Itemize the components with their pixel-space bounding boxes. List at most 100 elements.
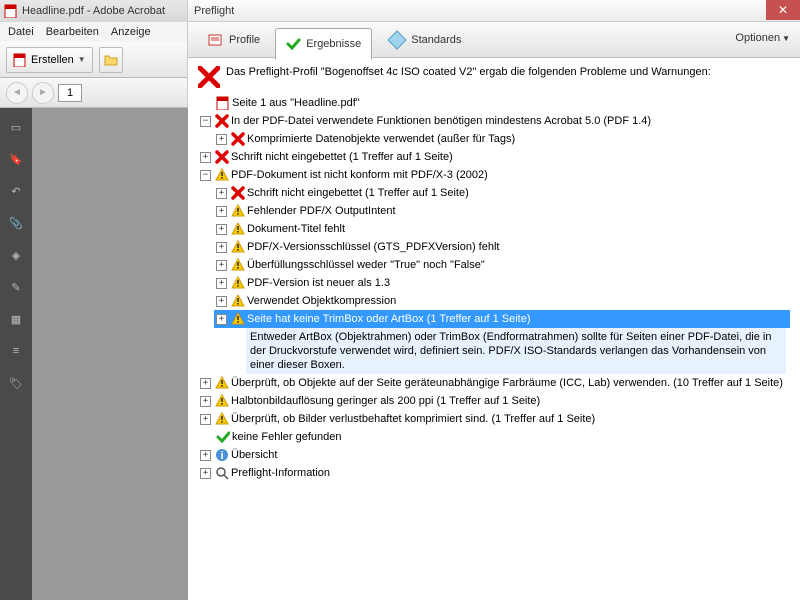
tree-version-key[interactable]: + PDF/X-Versionsschlüssel (GTS_PDFXVersi… bbox=[214, 238, 790, 256]
tree-missing-oi[interactable]: + Fehlender PDF/X OutputIntent bbox=[214, 202, 790, 220]
nav-next-button[interactable]: ► bbox=[32, 82, 54, 104]
acrobat-side-panel: ▭ 🔖 ↶ 📎 ◈ ✎ ▦ ≡ 🏷 bbox=[0, 108, 32, 600]
tree-lossy[interactable]: + Überprüft, ob Bilder verlustbehaftet k… bbox=[198, 410, 790, 428]
tree-compressed[interactable]: + Komprimierte Datenobjekte verwendet (a… bbox=[214, 130, 790, 148]
nav-prev-button[interactable]: ◄ bbox=[6, 82, 28, 104]
tree-acrobat5[interactable]: − In der PDF-Datei verwendete Funktionen… bbox=[198, 112, 790, 130]
chevron-down-icon: ▼ bbox=[782, 34, 790, 43]
tree-title-missing[interactable]: + Dokument-Titel fehlt bbox=[214, 220, 790, 238]
check-icon bbox=[216, 430, 230, 444]
tree-icc[interactable]: + Überprüft, ob Objekte auf der Seite ge… bbox=[198, 374, 790, 392]
expand-icon[interactable]: + bbox=[216, 224, 227, 235]
menu-file[interactable]: Datei bbox=[8, 26, 34, 38]
acrobat-titlebar: Headline.pdf - Adobe Acrobat bbox=[0, 0, 187, 22]
acrobat-menubar[interactable]: Datei Bearbeiten Anzeige bbox=[0, 22, 187, 42]
warn-icon bbox=[231, 276, 245, 290]
warn-icon bbox=[231, 222, 245, 236]
acrobat-main-window: Headline.pdf - Adobe Acrobat Datei Bearb… bbox=[0, 0, 188, 600]
tree-trimbox-detail: Entweder ArtBox (Objektrahmen) oder Trim… bbox=[246, 328, 786, 374]
undo-icon[interactable]: ↶ bbox=[7, 182, 25, 200]
chevron-down-icon: ▼ bbox=[78, 55, 86, 64]
warn-icon bbox=[215, 168, 229, 182]
acrobat-navbar: ◄ ► 1 bbox=[0, 78, 187, 108]
info-icon bbox=[215, 448, 229, 462]
expand-icon[interactable]: + bbox=[200, 468, 211, 479]
warn-icon bbox=[231, 312, 245, 326]
x-icon bbox=[198, 66, 220, 88]
x-icon bbox=[215, 114, 229, 128]
expand-icon[interactable]: + bbox=[200, 450, 211, 461]
preflight-panel: Preflight ✕ Profile Ergebnisse Standards… bbox=[188, 0, 800, 600]
tree-halftone[interactable]: + Halbtonbildauflösung geringer als 200 … bbox=[198, 392, 790, 410]
acrobat-title-text: Headline.pdf - Adobe Acrobat bbox=[22, 5, 165, 17]
tree-trimbox[interactable]: + Seite hat keine TrimBox oder ArtBox (1… bbox=[214, 310, 790, 328]
expand-icon[interactable]: + bbox=[216, 242, 227, 253]
expand-icon[interactable]: + bbox=[216, 278, 227, 289]
model-tree-icon[interactable]: ▦ bbox=[7, 310, 25, 328]
results-tree[interactable]: Seite 1 aus "Headline.pdf" − In der PDF-… bbox=[198, 94, 790, 482]
close-button[interactable]: ✕ bbox=[766, 0, 800, 20]
summary-text: Das Preflight-Profil "Bogenoffset 4c ISO… bbox=[226, 66, 711, 78]
signatures-panel-icon[interactable]: ✎ bbox=[7, 278, 25, 296]
expand-icon[interactable]: + bbox=[216, 260, 227, 271]
x-icon bbox=[231, 186, 245, 200]
tree-pdfver[interactable]: + PDF-Version ist neuer als 1.3 bbox=[214, 274, 790, 292]
attachments-panel-icon[interactable]: 📎 bbox=[7, 214, 25, 232]
tree-not-conform[interactable]: − PDF-Dokument ist nicht konform mit PDF… bbox=[198, 166, 790, 184]
document-view[interactable] bbox=[32, 108, 188, 600]
magnifier-icon bbox=[215, 466, 229, 480]
expand-icon[interactable]: + bbox=[200, 152, 211, 163]
expand-icon[interactable]: + bbox=[216, 314, 227, 325]
pdf-page-icon bbox=[216, 96, 230, 110]
warn-icon bbox=[231, 294, 245, 308]
menu-view[interactable]: Anzeige bbox=[111, 26, 151, 38]
collapse-icon[interactable]: − bbox=[200, 170, 211, 181]
menu-edit[interactable]: Bearbeiten bbox=[46, 26, 99, 38]
diamond-icon bbox=[387, 30, 407, 50]
pages-panel-icon[interactable]: ▭ bbox=[7, 118, 25, 136]
tree-font-not-embedded2[interactable]: + Schrift nicht eingebettet (1 Treffer a… bbox=[214, 184, 790, 202]
collapse-icon[interactable]: − bbox=[200, 116, 211, 127]
acrobat-toolbar: Erstellen ▼ bbox=[0, 42, 187, 78]
warn-icon bbox=[215, 394, 229, 408]
warn-icon bbox=[215, 412, 229, 426]
options-menu[interactable]: Optionen ▼ bbox=[735, 32, 790, 44]
preflight-tabs: Profile Ergebnisse Standards Optionen ▼ bbox=[188, 22, 800, 58]
tree-font-not-embedded[interactable]: + Schrift nicht eingebettet (1 Treffer a… bbox=[198, 148, 790, 166]
tree-pf-info[interactable]: + Preflight-Information bbox=[198, 464, 790, 482]
preflight-titlebar: Preflight ✕ bbox=[188, 0, 800, 22]
standards-panel-icon[interactable]: ≡ bbox=[7, 342, 25, 360]
profile-icon bbox=[207, 32, 225, 48]
check-x-icon bbox=[286, 37, 302, 51]
create-button[interactable]: Erstellen ▼ bbox=[6, 47, 93, 73]
expand-icon[interactable]: + bbox=[216, 134, 227, 145]
x-icon bbox=[215, 150, 229, 164]
tab-standards[interactable]: Standards bbox=[376, 26, 472, 54]
tree-no-errors[interactable]: keine Fehler gefunden bbox=[214, 428, 790, 446]
expand-icon[interactable]: + bbox=[216, 188, 227, 199]
expand-icon[interactable]: + bbox=[216, 206, 227, 217]
open-button[interactable] bbox=[99, 47, 123, 73]
warn-icon bbox=[215, 376, 229, 390]
tab-profile[interactable]: Profile bbox=[196, 26, 271, 54]
x-icon bbox=[231, 132, 245, 146]
warn-icon bbox=[231, 240, 245, 254]
bookmarks-panel-icon[interactable]: 🔖 bbox=[7, 150, 25, 168]
tree-trapping[interactable]: + Überfüllungsschlüssel weder "True" noc… bbox=[214, 256, 790, 274]
expand-icon[interactable]: + bbox=[200, 414, 211, 425]
warn-icon bbox=[231, 258, 245, 272]
create-pdf-icon bbox=[13, 53, 27, 67]
tree-overview[interactable]: + Übersicht bbox=[198, 446, 790, 464]
page-number-input[interactable]: 1 bbox=[58, 84, 82, 102]
layers-panel-icon[interactable]: ◈ bbox=[7, 246, 25, 264]
preflight-title-text: Preflight bbox=[194, 5, 234, 17]
expand-icon[interactable]: + bbox=[216, 296, 227, 307]
tab-results[interactable]: Ergebnisse bbox=[275, 28, 372, 60]
tree-objcomp[interactable]: + Verwendet Objektkompression bbox=[214, 292, 790, 310]
pdf-app-icon bbox=[4, 4, 18, 18]
expand-icon[interactable]: + bbox=[200, 378, 211, 389]
tags-panel-icon[interactable]: 🏷 bbox=[7, 374, 25, 392]
tree-page-info[interactable]: Seite 1 aus "Headline.pdf" bbox=[214, 94, 790, 112]
preflight-body: Das Preflight-Profil "Bogenoffset 4c ISO… bbox=[188, 58, 800, 600]
expand-icon[interactable]: + bbox=[200, 396, 211, 407]
